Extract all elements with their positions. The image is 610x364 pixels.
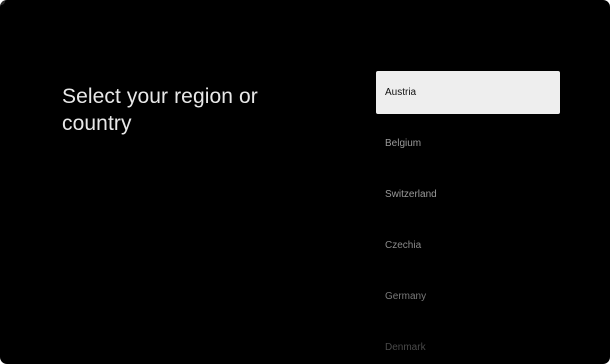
region-option-denmark[interactable]: Denmark	[376, 326, 560, 364]
page-title: Select your region or country	[62, 85, 258, 135]
setup-screen: Select your region or country Austria Be…	[0, 0, 610, 364]
corner-indicator	[0, 0, 5, 5]
region-option-belgium[interactable]: Belgium	[376, 122, 560, 165]
region-option-czechia[interactable]: Czechia	[376, 224, 560, 267]
region-option-switzerland[interactable]: Switzerland	[376, 173, 560, 216]
region-option-austria[interactable]: Austria	[376, 71, 560, 114]
region-option-germany[interactable]: Germany	[376, 275, 560, 318]
region-list: Austria Belgium Switzerland Czechia Germ…	[376, 71, 560, 364]
